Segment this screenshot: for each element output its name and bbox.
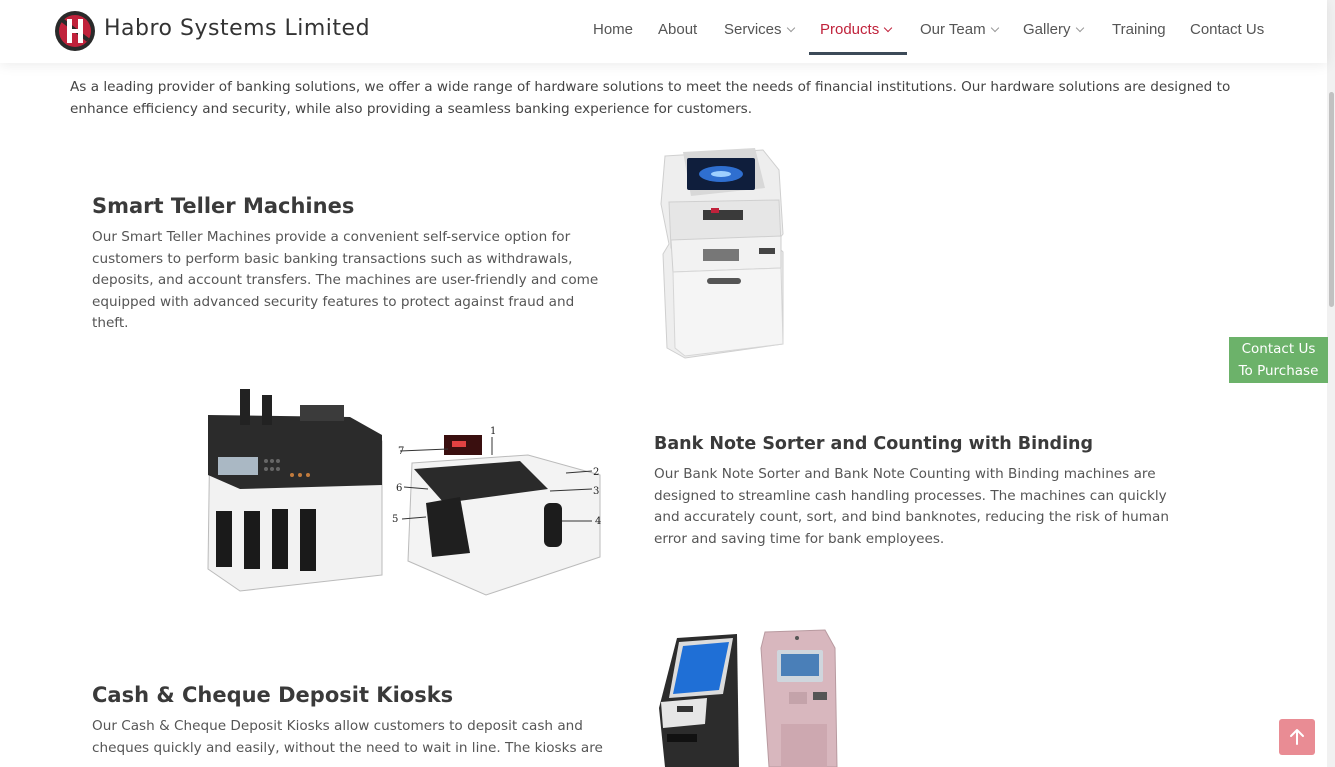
- product-title-deposit-kiosks: Cash & Cheque Deposit Kiosks: [92, 683, 454, 707]
- bank-note-sorter-image: 1 2 3 4 5 6 7: [207, 389, 601, 596]
- scrollbar-thumb[interactable]: [1329, 92, 1334, 307]
- nav-label: Products: [820, 21, 880, 38]
- intro-paragraph: As a leading provider of banking solutio…: [70, 79, 1231, 117]
- product-description-deposit-kiosks: Our Cash & Cheque Deposit Kiosks allow c…: [92, 718, 603, 756]
- nav-about[interactable]: About: [658, 21, 697, 38]
- nav-contact-us[interactable]: Contact Us: [1190, 21, 1264, 38]
- diagram-label: 3: [593, 486, 599, 497]
- nav-gallery[interactable]: Gallery: [1023, 21, 1084, 38]
- diagram-label: 2: [593, 467, 599, 478]
- nav-training[interactable]: Training: [1112, 21, 1166, 38]
- diagram-label: 1: [490, 426, 496, 437]
- nav-our-team[interactable]: Our Team: [920, 21, 999, 38]
- chevron-down-icon: [786, 23, 795, 33]
- habro-logo-icon[interactable]: [54, 10, 96, 52]
- nav-services[interactable]: Services: [724, 21, 795, 38]
- diagram-label: 5: [392, 514, 398, 525]
- nav-label: Gallery: [1023, 21, 1071, 38]
- brand-name[interactable]: Habro Systems Limited: [104, 16, 370, 41]
- deposit-kiosks-image: [659, 629, 838, 767]
- nav-label: Contact Us: [1190, 21, 1265, 38]
- nav-products[interactable]: Products: [820, 21, 893, 38]
- chevron-down-icon: [883, 23, 893, 33]
- contact-to-purchase-button[interactable]: Contact Us To Purchase: [1229, 337, 1328, 383]
- nav-home[interactable]: Home: [593, 21, 633, 38]
- contact-line-2: To Purchase: [1238, 362, 1319, 379]
- chevron-down-icon: [1075, 23, 1084, 33]
- chevron-down-icon: [990, 23, 999, 33]
- contact-line-1: Contact Us: [1241, 341, 1316, 357]
- arrow-up-icon: [1290, 729, 1304, 745]
- product-description-note-sorter: Our Bank Note Sorter and Bank Note Count…: [654, 466, 1169, 547]
- nav-label: Our Team: [920, 21, 986, 38]
- product-title-smart-teller: Smart Teller Machines: [92, 194, 355, 218]
- diagram-label: 6: [396, 483, 402, 494]
- diagram-label: 4: [595, 516, 601, 527]
- nav-label: Home: [593, 21, 634, 38]
- diagram-label: 7: [398, 446, 404, 457]
- nav-label: About: [658, 21, 698, 38]
- smart-teller-machine-image: [660, 148, 784, 359]
- back-to-top-button[interactable]: [1279, 719, 1315, 755]
- product-title-note-sorter: Bank Note Sorter and Counting with Bindi…: [654, 434, 1094, 454]
- site-header: Habro Systems Limited Home About Service…: [0, 0, 1327, 63]
- nav-label: Services: [724, 21, 782, 38]
- nav-label: Training: [1112, 21, 1166, 38]
- active-nav-indicator: [809, 52, 907, 55]
- product-description-smart-teller: Our Smart Teller Machines provide a conv…: [92, 229, 599, 331]
